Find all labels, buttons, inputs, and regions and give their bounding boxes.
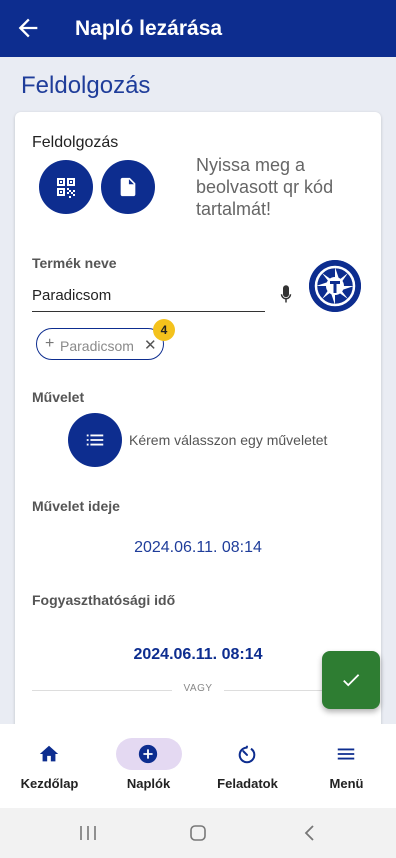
bottom-navigation: Kezdőlap Naplók Feladatok Menü (0, 724, 396, 808)
plus-icon: + (45, 335, 55, 352)
menu-icon (337, 748, 355, 760)
product-name-label: Termék neve (32, 255, 117, 271)
form-card: Feldolgozás Nyissa meg a beolvasott qr k… (15, 112, 381, 732)
select-operation-button[interactable] (68, 413, 122, 467)
nav-item-logs[interactable]: Naplók (99, 724, 198, 808)
scan-qr-button[interactable] (39, 160, 93, 214)
operation-label: Művelet (32, 389, 85, 405)
operation-time-value[interactable]: 2024.06.11. 08:14 (15, 539, 381, 557)
company-logo[interactable] (309, 260, 361, 312)
qr-code-icon (57, 178, 75, 198)
recent-apps-icon[interactable] (79, 825, 97, 841)
product-name-underline (32, 311, 265, 312)
close-icon[interactable]: ✕ (144, 336, 157, 354)
operation-placeholder[interactable]: Kérem válasszon egy műveletet (129, 432, 327, 448)
product-chip[interactable]: + Paradicsom ✕ (36, 328, 164, 360)
count-badge: 4 (153, 319, 175, 341)
nav-item-label: Feladatok (217, 776, 278, 791)
nav-item-label: Naplók (126, 776, 171, 791)
product-chip-label: Paradicsom (60, 338, 134, 354)
product-name-input[interactable]: Paradicsom (32, 287, 111, 304)
nav-item-label: Menü (329, 776, 364, 791)
page-header-title: Napló lezárása (75, 17, 223, 40)
add-circle-icon (138, 744, 158, 764)
open-file-button[interactable] (101, 160, 155, 214)
timer-icon (238, 745, 256, 764)
operation-time-label: Művelet ideje (32, 498, 120, 514)
nav-item-menu[interactable]: Menü (297, 724, 396, 808)
processing-label: Feldolgozás (32, 134, 119, 151)
check-icon (343, 674, 360, 687)
or-divider: VAGY (32, 683, 364, 694)
system-navigation-bar (0, 808, 396, 858)
best-before-label: Fogyaszthatósági idő (32, 592, 176, 608)
home-button-icon[interactable] (189, 824, 207, 842)
page-title: Feldolgozás (21, 72, 151, 99)
arrow-left-icon[interactable] (14, 14, 42, 42)
app-bar: Napló lezárása (0, 0, 396, 57)
file-icon (120, 177, 136, 197)
home-icon (39, 745, 59, 762)
microphone-icon[interactable] (277, 284, 295, 306)
or-text: VAGY (183, 683, 213, 694)
nav-item-tasks[interactable]: Feladatok (198, 724, 297, 808)
nav-item-label: Kezdőlap (20, 776, 79, 791)
nav-item-home[interactable]: Kezdőlap (0, 724, 99, 808)
qr-hint-text: Nyissa meg a beolvasott qr kód tartalmát… (196, 155, 334, 219)
list-icon (86, 434, 104, 446)
confirm-button[interactable] (322, 651, 380, 709)
back-button-icon[interactable] (302, 824, 316, 842)
